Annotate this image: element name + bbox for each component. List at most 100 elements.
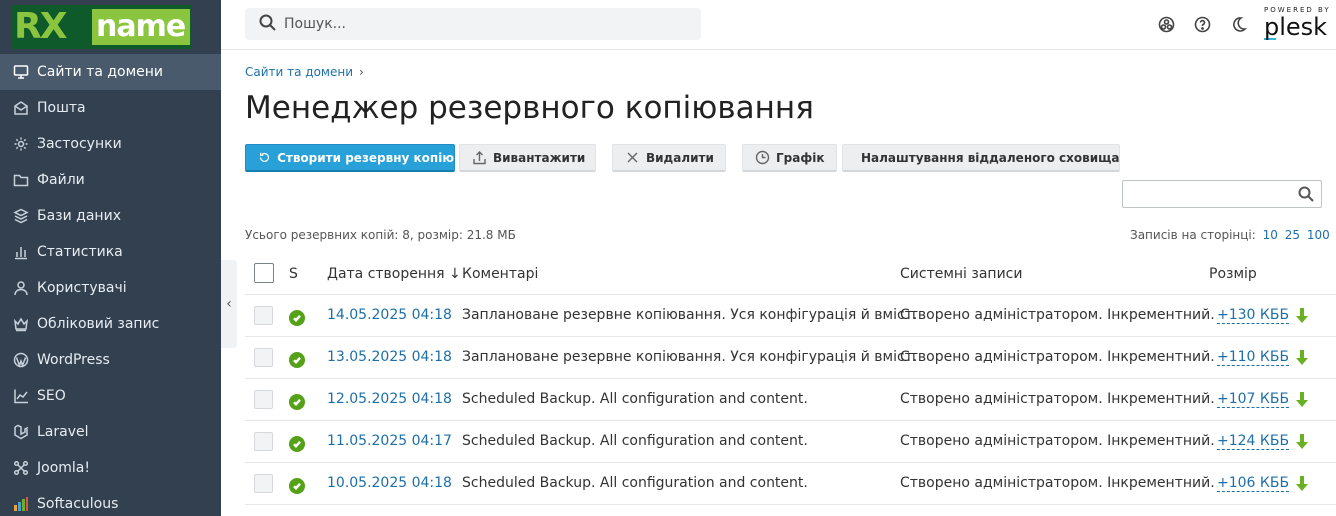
download-icon[interactable] [1295, 433, 1309, 451]
community-icon[interactable] [1156, 14, 1176, 34]
row-checkbox[interactable] [254, 432, 273, 451]
backup-size-link[interactable]: +110 КББ [1217, 349, 1290, 366]
status-ok-icon [289, 478, 305, 494]
plesk-wordmark: plesk [1264, 13, 1328, 41]
backup-size-link[interactable]: +130 КББ [1217, 307, 1290, 324]
sidebar-item-joomla[interactable]: Joomla! [0, 450, 221, 486]
row-checkbox[interactable] [254, 390, 273, 409]
rxname-logo[interactable]: RX name [12, 5, 192, 49]
sidebar-item-users[interactable]: Користувачі [0, 270, 221, 306]
remote-storage-settings-button[interactable]: Налаштування віддаленого сховища [842, 144, 1120, 172]
logo-name-text: name [96, 9, 186, 44]
backup-date-link[interactable]: 11.05.2025 04:17 [327, 433, 452, 449]
logo-rx-text: RX [14, 6, 68, 47]
backup-comment: Scheduled Backup. All configuration and … [462, 433, 808, 449]
create-backup-label: Створити резервну копію [277, 150, 454, 165]
sidebar-collapse-handle[interactable]: ‹ [221, 260, 237, 348]
search-input[interactable] [284, 16, 684, 32]
backup-size-link[interactable]: +106 КББ [1217, 475, 1290, 492]
sidebar-item-label: Статистика [37, 244, 123, 260]
create-backup-button[interactable]: Створити резервну копію [245, 144, 455, 172]
download-icon[interactable] [1295, 349, 1309, 367]
col-size[interactable]: Розмір [1209, 266, 1257, 282]
download-icon[interactable] [1295, 391, 1309, 409]
per-page-10[interactable]: 10 [1263, 228, 1278, 242]
status-ok-icon [289, 352, 305, 368]
table-search-input[interactable] [1127, 182, 1297, 206]
download-icon[interactable] [1295, 475, 1309, 493]
table-body: 14.05.2025 04:18 Заплановане резервне ко… [245, 295, 1336, 505]
breadcrumb-link[interactable]: Сайти та домени [245, 65, 353, 79]
delete-icon [627, 152, 638, 163]
schedule-label: Графік [776, 150, 825, 165]
user-icon [12, 279, 30, 297]
backup-date-link[interactable]: 13.05.2025 04:18 [327, 349, 452, 365]
laravel-icon [12, 423, 30, 441]
search-icon[interactable] [1298, 186, 1314, 202]
mail-icon [12, 99, 30, 117]
sidebar-item-files[interactable]: Файли [0, 162, 221, 198]
backup-icon [260, 152, 269, 162]
sidebar-item-label: Laravel [37, 424, 89, 440]
dark-mode-icon[interactable] [1228, 14, 1248, 34]
row-checkbox[interactable] [254, 474, 273, 493]
backup-date-link[interactable]: 14.05.2025 04:18 [327, 307, 452, 323]
upload-button[interactable]: Вивантажити [459, 144, 596, 172]
backup-system-note: Створено адміністратором. Інкрементний. [900, 349, 1215, 365]
per-page-100[interactable]: 100 [1307, 228, 1330, 242]
backup-comment: Scheduled Backup. All configuration and … [462, 475, 808, 491]
sidebar-item-label: Файли [37, 172, 85, 188]
bar-chart-icon [12, 243, 30, 261]
sidebar-item-label: Застосунки [37, 136, 122, 152]
sidebar-item-softaculous[interactable]: Softaculous [0, 486, 221, 516]
table-row[interactable]: 14.05.2025 04:18 Заплановане резервне ко… [245, 295, 1336, 337]
top-header: POWERED BY plesk [221, 0, 1336, 50]
sidebar-item-applications[interactable]: Застосунки [0, 126, 221, 162]
backup-date-link[interactable]: 10.05.2025 04:18 [327, 475, 452, 491]
sidebar: RX name Сайти та домени Пошта Застосунки… [0, 0, 221, 516]
sidebar-item-account[interactable]: Обліковий запис [0, 306, 221, 342]
table-row[interactable]: 13.05.2025 04:18 Заплановане резервне ко… [245, 337, 1336, 379]
select-all-checkbox[interactable] [254, 263, 274, 283]
col-comment[interactable]: Коментарі [462, 266, 538, 282]
per-page-25[interactable]: 25 [1285, 228, 1300, 242]
help-icon[interactable] [1192, 14, 1212, 34]
schedule-button[interactable]: Графік [742, 144, 837, 172]
breadcrumb[interactable]: Сайти та домени › [245, 65, 364, 79]
table-row[interactable]: 11.05.2025 04:17 Scheduled Backup. All c… [245, 421, 1336, 463]
backup-comment: Заплановане резервне копіювання. Уся кон… [462, 349, 918, 365]
sidebar-item-databases[interactable]: Бази даних [0, 198, 221, 234]
col-system[interactable]: Системні записи [900, 266, 1022, 282]
row-checkbox[interactable] [254, 348, 273, 367]
backup-comment: Заплановане резервне копіювання. Уся кон… [462, 307, 918, 323]
table-search[interactable] [1122, 180, 1322, 208]
table-row[interactable]: 10.05.2025 04:18 Scheduled Backup. All c… [245, 463, 1336, 505]
backup-size-link[interactable]: +124 КББ [1217, 433, 1290, 450]
table-row[interactable]: 12.05.2025 04:18 Scheduled Backup. All c… [245, 379, 1336, 421]
global-search[interactable] [245, 8, 701, 40]
search-icon [259, 14, 276, 35]
sidebar-item-seo[interactable]: SEO [0, 378, 221, 414]
col-date[interactable]: Дата створення ↓ [327, 266, 461, 282]
upload-label: Вивантажити [493, 150, 586, 165]
remote-storage-label: Налаштування віддаленого сховища [861, 150, 1120, 165]
sidebar-item-laravel[interactable]: Laravel [0, 414, 221, 450]
col-status[interactable]: S [289, 266, 298, 282]
backup-size-link[interactable]: +107 КББ [1217, 391, 1290, 408]
backup-date-link[interactable]: 12.05.2025 04:18 [327, 391, 452, 407]
sidebar-item-sites-domains[interactable]: Сайти та домени [0, 54, 221, 90]
sidebar-item-statistics[interactable]: Статистика [0, 234, 221, 270]
backup-summary: Усього резервних копій: 8, розмір: 21.8 … [245, 228, 516, 242]
sidebar-item-label: Бази даних [37, 208, 121, 224]
upload-icon [473, 151, 486, 165]
row-checkbox[interactable] [254, 306, 273, 325]
main-content: Сайти та домени › Менеджер резервного коп… [245, 50, 1336, 516]
backup-system-note: Створено адміністратором. Інкрементний. [900, 433, 1215, 449]
sidebar-item-label: Пошта [37, 100, 86, 116]
delete-button[interactable]: Видалити [612, 144, 726, 172]
download-icon[interactable] [1295, 307, 1309, 325]
sidebar-nav: Сайти та домени Пошта Застосунки Файли Б… [0, 54, 221, 516]
sidebar-item-mail[interactable]: Пошта [0, 90, 221, 126]
sidebar-item-label: Обліковий запис [37, 316, 160, 332]
sidebar-item-wordpress[interactable]: WordPress [0, 342, 221, 378]
